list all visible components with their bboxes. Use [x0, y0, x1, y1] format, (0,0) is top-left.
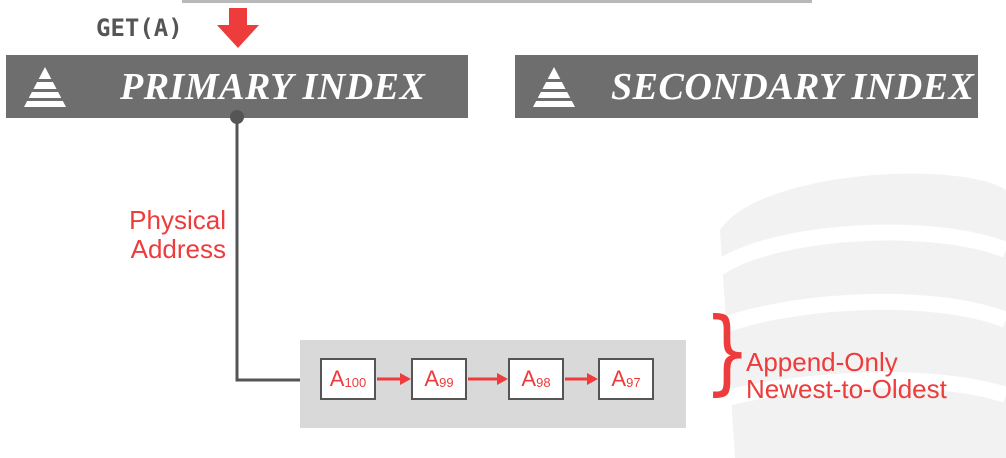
append-only-label: Append-Only Newest-to-Oldest: [746, 349, 947, 403]
append-only-line2: Newest-to-Oldest: [746, 374, 947, 404]
append-only-line1: Append-Only: [746, 347, 898, 377]
chain-arrowhead: [497, 373, 508, 385]
right-brace-icon: }: [703, 298, 751, 405]
chain-arrowhead: [587, 373, 598, 385]
chain-arrowhead: [400, 373, 411, 385]
